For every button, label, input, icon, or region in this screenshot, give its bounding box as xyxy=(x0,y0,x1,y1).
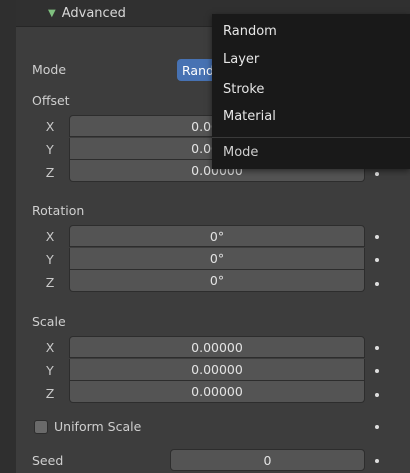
rotation-y-axis-label: Y xyxy=(46,252,54,267)
scale-z-field[interactable]: 0.00000 xyxy=(69,381,365,403)
scale-x-field[interactable]: 0.00000 xyxy=(69,336,365,358)
seed-label: Seed xyxy=(32,453,64,468)
scale-x-keyframe-dot[interactable] xyxy=(375,346,379,350)
scale-label: Scale xyxy=(32,314,66,329)
scale-x-axis-label: X xyxy=(45,340,55,355)
rotation-z-keyframe-dot[interactable] xyxy=(375,282,379,286)
offset-label: Offset xyxy=(32,93,70,108)
scale-y-value: 0.00000 xyxy=(191,362,243,377)
rotation-y-value: 0° xyxy=(209,251,225,266)
rotation-x-axis-label: X xyxy=(45,229,55,244)
dropdown-item-random[interactable]: Random xyxy=(212,18,410,44)
scale-x-value: 0.00000 xyxy=(191,339,243,355)
scale-z-keyframe-dot[interactable] xyxy=(375,393,379,397)
rotation-y-field[interactable]: 0° xyxy=(69,248,365,270)
scale-y-axis-label: Y xyxy=(46,363,54,378)
scale-z-axis-label: Z xyxy=(45,386,55,401)
rotation-x-keyframe-dot[interactable] xyxy=(375,235,379,239)
dropdown-item-stroke[interactable]: Stroke xyxy=(212,76,410,102)
dropdown-title: Mode xyxy=(223,145,259,160)
offset-z-axis-label: Z xyxy=(45,165,55,180)
offset-y-axis-label: Y xyxy=(46,142,54,157)
seed-field[interactable]: 0 xyxy=(170,449,365,471)
mode-dropdown-menu: Random Layer Stroke Material Mode xyxy=(212,14,410,169)
scale-z-value: 0.00000 xyxy=(191,384,243,399)
rotation-x-field[interactable]: 0° xyxy=(69,225,365,247)
rotation-x-value: 0° xyxy=(209,228,225,244)
seed-keyframe-dot[interactable] xyxy=(375,459,379,463)
uniform-scale-checkbox[interactable] xyxy=(34,420,48,434)
seed-value: 0 xyxy=(263,452,272,468)
mode-label: Mode xyxy=(32,62,67,77)
rotation-z-axis-label: Z xyxy=(45,275,55,290)
uniform-scale-keyframe-dot[interactable] xyxy=(375,425,379,429)
dropdown-item-layer[interactable]: Layer xyxy=(212,46,410,72)
uniform-scale-label[interactable]: Uniform Scale xyxy=(54,419,141,435)
rotation-y-keyframe-dot[interactable] xyxy=(375,258,379,262)
offset-x-axis-label: X xyxy=(45,119,55,134)
scale-y-field[interactable]: 0.00000 xyxy=(69,359,365,381)
dropdown-item-material[interactable]: Material xyxy=(212,103,410,129)
panel-title: Advanced xyxy=(61,5,126,21)
rotation-label: Rotation xyxy=(32,203,85,218)
rotation-z-field[interactable]: 0° xyxy=(69,270,365,292)
expand-chevron-icon[interactable]: ▼ xyxy=(48,8,56,19)
offset-z-keyframe-dot[interactable] xyxy=(375,172,379,176)
dropdown-divider xyxy=(212,137,410,138)
scale-y-keyframe-dot[interactable] xyxy=(375,369,379,373)
rotation-z-value: 0° xyxy=(209,273,225,288)
